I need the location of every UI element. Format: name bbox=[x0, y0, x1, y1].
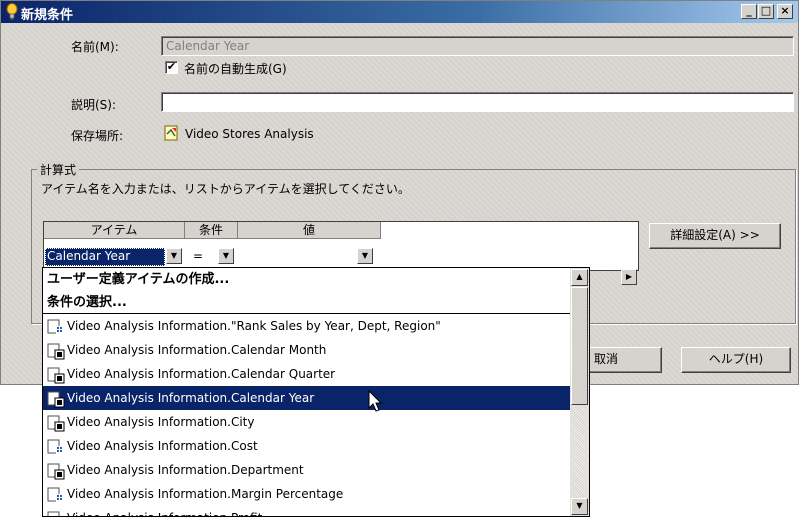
mouse-pointer-icon bbox=[368, 390, 383, 412]
dropdown-list-item[interactable]: Video Analysis Information.Profit bbox=[43, 506, 570, 516]
vertical-scrollbar[interactable]: ▲ ▼ bbox=[570, 268, 589, 516]
value-combo-value[interactable] bbox=[239, 248, 355, 266]
formula-instruction: アイテム名を入力または、リストからアイテムを選択してください。 bbox=[41, 182, 410, 196]
dropdown-item-label: Video Analysis Information.Calendar Quar… bbox=[67, 367, 336, 381]
scroll-up-arrow[interactable]: ▲ bbox=[571, 269, 588, 286]
dimension-item-icon bbox=[47, 462, 65, 480]
condition-dropdown-button[interactable]: ▼ bbox=[218, 248, 234, 264]
scroll-right-arrow[interactable]: ▶ bbox=[621, 269, 637, 285]
numeric-item-icon bbox=[47, 486, 65, 504]
location-label: 保存場所: bbox=[71, 129, 124, 143]
name-label: 名前(M): bbox=[71, 40, 119, 54]
dropdown-action-item[interactable]: 条件の選択... bbox=[43, 291, 570, 314]
numeric-item-icon bbox=[47, 510, 65, 516]
dropdown-item-label: Video Analysis Information.Cost bbox=[67, 439, 258, 453]
name-field[interactable]: Calendar Year bbox=[161, 36, 794, 56]
condition-combo-value[interactable]: = bbox=[191, 248, 216, 266]
help-button[interactable]: ヘルプ(H) bbox=[681, 347, 791, 373]
dropdown-list-item[interactable]: Video Analysis Information.Calendar Mont… bbox=[43, 338, 570, 362]
scroll-down-arrow[interactable]: ▼ bbox=[571, 498, 588, 515]
column-header-condition[interactable]: 条件 bbox=[185, 222, 238, 239]
dropdown-item-label: Video Analysis Information."Rank Sales b… bbox=[67, 319, 441, 333]
item-dropdown-button[interactable]: ▼ bbox=[166, 248, 182, 264]
description-field[interactable] bbox=[161, 92, 794, 112]
dropdown-item-label: 条件の選択... bbox=[47, 295, 127, 310]
lightbulb-icon bbox=[6, 3, 18, 20]
dropdown-list-item[interactable]: Video Analysis Information.Cost bbox=[43, 434, 570, 458]
dimension-item-icon bbox=[47, 342, 65, 360]
dropdown-item-label: ユーザー定義アイテムの作成... bbox=[47, 272, 230, 287]
dropdown-list-item[interactable]: Video Analysis Information.Margin Percen… bbox=[43, 482, 570, 506]
dropdown-item-label: Video Analysis Information.City bbox=[67, 415, 255, 429]
column-header-item[interactable]: アイテム bbox=[44, 222, 185, 239]
dropdown-list-item[interactable]: Video Analysis Information.City bbox=[43, 410, 570, 434]
numeric-item-icon bbox=[47, 318, 65, 336]
window-title: 新規条件 bbox=[21, 8, 74, 23]
dropdown-list-item[interactable]: Video Analysis Information."Rank Sales b… bbox=[43, 314, 570, 338]
dropdown-action-item[interactable]: ユーザー定義アイテムの作成... bbox=[43, 268, 570, 291]
item-dropdown-list[interactable]: ユーザー定義アイテムの作成... 条件の選択... Video Analysis I… bbox=[42, 267, 590, 517]
description-label: 説明(S): bbox=[71, 98, 117, 112]
dropdown-item-label: Video Analysis Information.Calendar Mont… bbox=[67, 343, 327, 357]
dropdown-list-item[interactable]: Video Analysis Information.Department bbox=[43, 458, 570, 482]
advanced-settings-button[interactable]: 詳細設定(A) >> bbox=[649, 223, 781, 249]
dimension-item-icon bbox=[47, 366, 65, 384]
dropdown-list-item[interactable]: Video Analysis Information.Calendar Year bbox=[43, 386, 570, 410]
column-header-value[interactable]: 値 bbox=[238, 222, 381, 239]
value-dropdown-button[interactable]: ▼ bbox=[357, 248, 373, 264]
close-button[interactable]: × bbox=[777, 4, 793, 19]
dimension-item-icon bbox=[47, 390, 65, 408]
maximize-button[interactable]: □ bbox=[758, 4, 774, 19]
item-combo-value[interactable]: Calendar Year bbox=[45, 248, 165, 266]
auto-name-label: 名前の自動生成(G) bbox=[184, 62, 287, 76]
scrollbar-thumb[interactable] bbox=[571, 287, 588, 405]
auto-name-checkbox[interactable]: ✔ bbox=[165, 61, 178, 74]
dropdown-item-label: Video Analysis Information.Calendar Year bbox=[67, 391, 315, 405]
business-area-icon bbox=[164, 125, 178, 141]
title-bar[interactable]: 新規条件 _ □ × bbox=[1, 1, 798, 23]
dropdown-item-label: Video Analysis Information.Department bbox=[67, 463, 304, 477]
dropdown-item-label: Video Analysis Information.Profit bbox=[67, 511, 262, 516]
formula-group-label: 計算式 bbox=[37, 161, 80, 178]
item-dropdown-items: ユーザー定義アイテムの作成... 条件の選択... Video Analysis I… bbox=[43, 268, 570, 516]
dropdown-item-label: Video Analysis Information.Margin Percen… bbox=[67, 487, 344, 501]
dimension-item-icon bbox=[47, 414, 65, 432]
dropdown-list-item[interactable]: Video Analysis Information.Calendar Quar… bbox=[43, 362, 570, 386]
numeric-item-icon bbox=[47, 438, 65, 456]
minimize-button[interactable]: _ bbox=[741, 4, 757, 19]
location-value: Video Stores Analysis bbox=[185, 127, 314, 141]
